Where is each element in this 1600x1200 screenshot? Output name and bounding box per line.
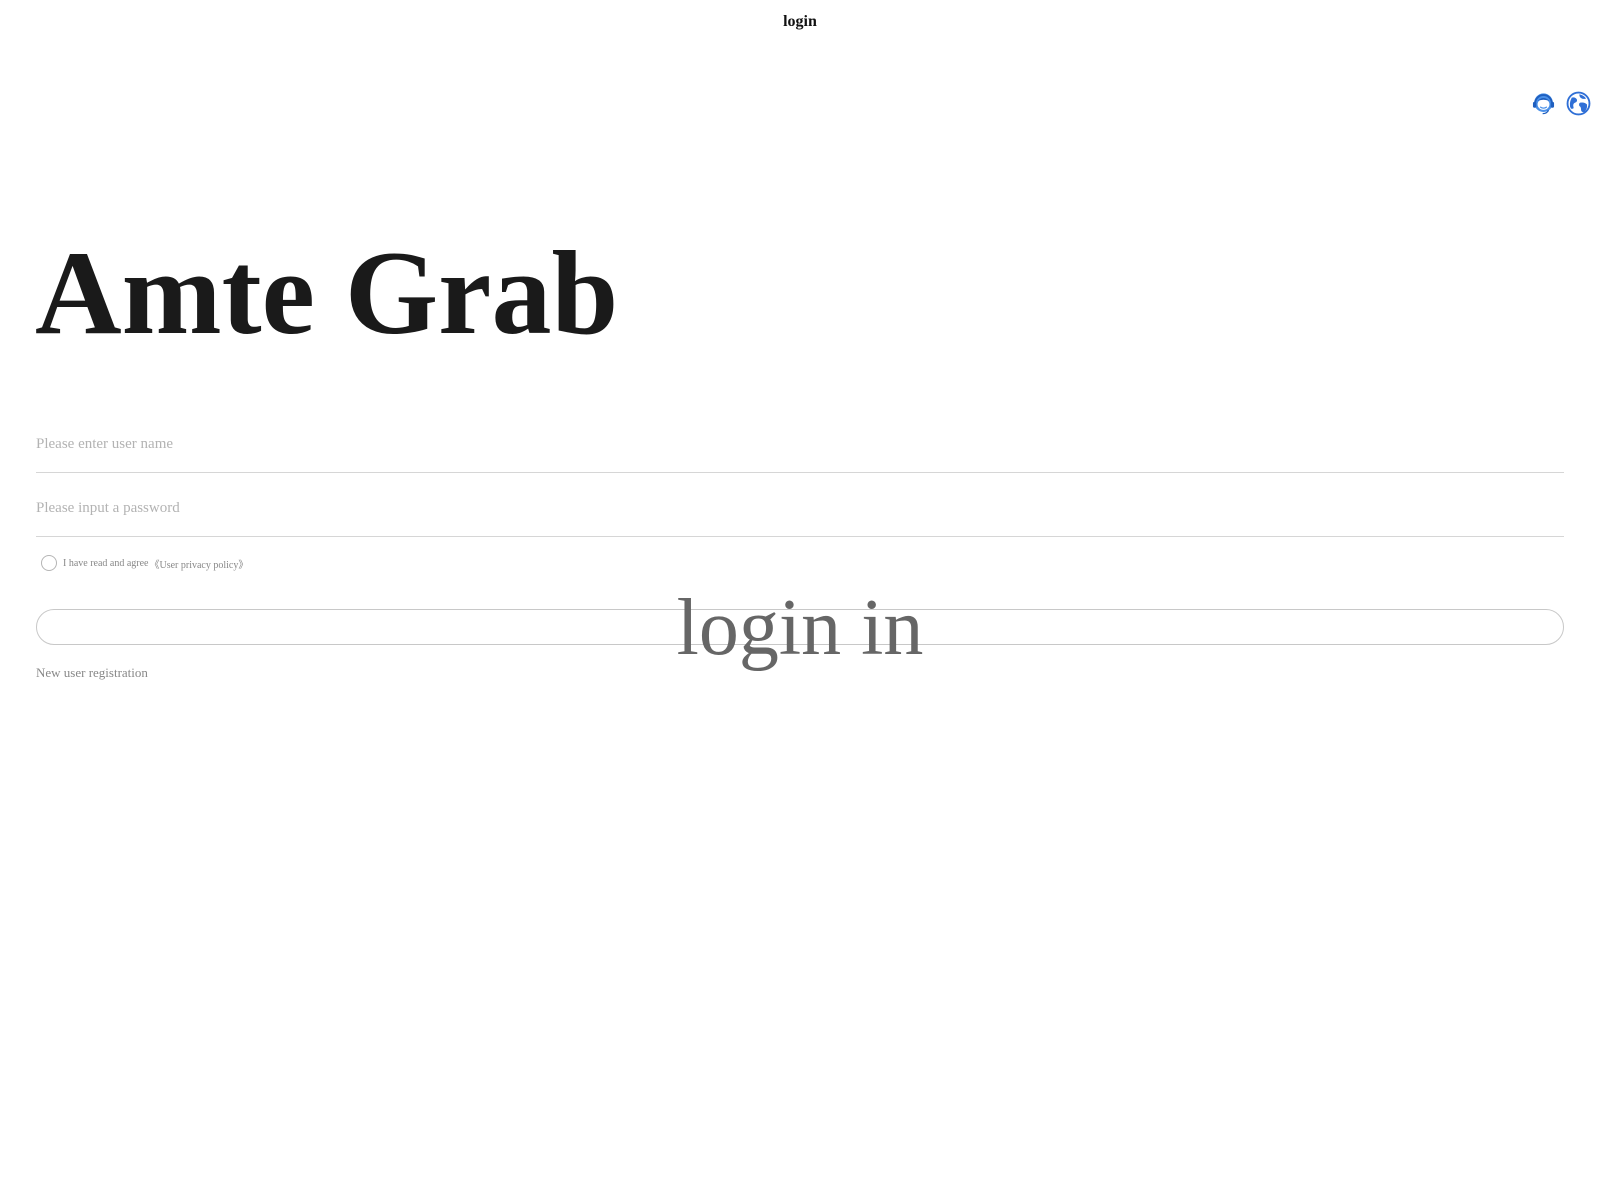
register-link[interactable]: New user registration <box>36 665 148 681</box>
customer-service-icon[interactable] <box>1530 90 1557 117</box>
globe-icon[interactable] <box>1565 90 1592 117</box>
globe-icon-graphic <box>1566 91 1591 116</box>
privacy-policy-link[interactable]: 《User privacy policy》 <box>150 556 249 571</box>
agreement-row: I have read and agree 《User privacy poli… <box>41 554 248 572</box>
login-button[interactable] <box>36 609 1564 645</box>
login-page: login Amte Grab I have read and agree 《U… <box>0 0 1600 1200</box>
agree-text: I have read and agree <box>63 557 149 569</box>
password-input[interactable] <box>36 480 1564 537</box>
brand-title: Amte Grab <box>35 226 619 359</box>
username-input[interactable] <box>36 416 1564 473</box>
agree-checkbox[interactable] <box>41 555 57 571</box>
page-header-title: login <box>783 13 817 30</box>
customer-service-icon-graphic <box>1532 93 1555 115</box>
